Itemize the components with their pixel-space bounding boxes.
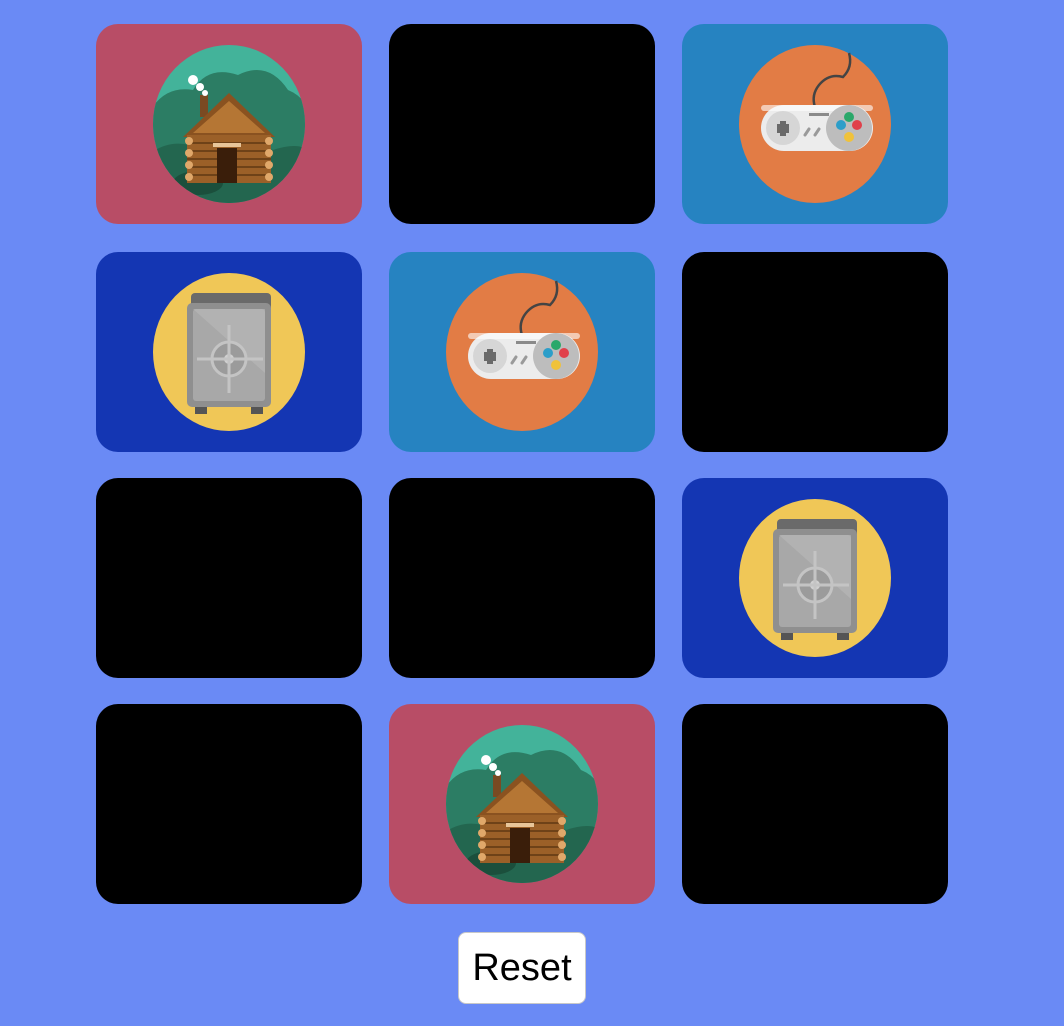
- card-face-down[interactable]: [682, 704, 948, 904]
- cabin-icon: [153, 45, 305, 203]
- gamepad-icon: [739, 45, 891, 203]
- cabin-icon: [446, 725, 598, 883]
- card-face-down[interactable]: [389, 24, 655, 224]
- card-face-up[interactable]: [389, 252, 655, 452]
- card-face-up[interactable]: [682, 478, 948, 678]
- memory-game-board: [0, 0, 1064, 1026]
- card-face-down[interactable]: [96, 478, 362, 678]
- card-face-up[interactable]: [389, 704, 655, 904]
- card-face-up[interactable]: [682, 24, 948, 224]
- safe-icon: [739, 499, 891, 657]
- card-face-up[interactable]: [96, 24, 362, 224]
- gamepad-icon: [446, 273, 598, 431]
- safe-icon: [153, 273, 305, 431]
- card-face-down[interactable]: [682, 252, 948, 452]
- card-face-up[interactable]: [96, 252, 362, 452]
- reset-button[interactable]: Reset: [458, 932, 586, 1004]
- card-face-down[interactable]: [389, 478, 655, 678]
- card-face-down[interactable]: [96, 704, 362, 904]
